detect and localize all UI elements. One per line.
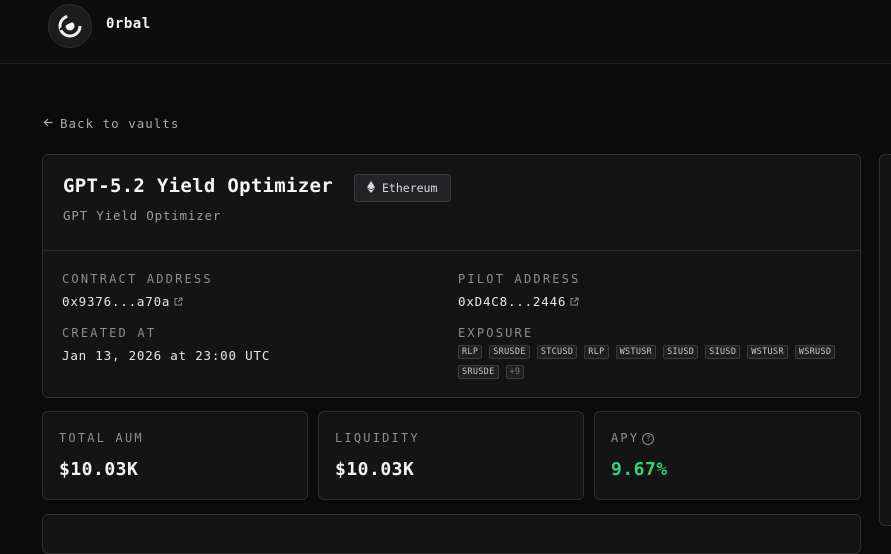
liquidity-label: LIQUIDITY [335, 431, 420, 445]
exposure-tag: SRUSDE [458, 365, 499, 379]
apy-label: APY [611, 431, 640, 445]
external-link-icon [174, 294, 183, 309]
arrow-left-icon [43, 116, 54, 131]
top-bar: 0rbal [0, 0, 891, 64]
apy-value: 9.67% [611, 459, 668, 480]
created-at-label: CREATED AT [62, 326, 157, 340]
pilot-address-link[interactable]: 0xD4C8...2446 [458, 294, 579, 309]
exposure-tag: RLP [458, 345, 483, 359]
created-at-value: Jan 13, 2026 at 23:00 UTC [62, 348, 271, 363]
total-aum-card: TOTAL AUM $10.03K [42, 411, 308, 500]
back-label: Back to vaults [60, 116, 180, 131]
contract-address-link[interactable]: 0x9376...a70a [62, 294, 183, 309]
next-section-card [42, 514, 861, 554]
vault-title: GPT-5.2 Yield Optimizer [63, 175, 333, 197]
exposure-tag: RLP [584, 345, 609, 359]
pilot-address-label: PILOT ADDRESS [458, 272, 581, 286]
exposure-tag: SIUSD [705, 345, 741, 359]
back-to-vaults-link[interactable]: Back to vaults [43, 116, 179, 131]
total-aum-value: $10.03K [59, 459, 139, 480]
brand-name[interactable]: 0rbal [106, 16, 151, 32]
apy-card: APY? 9.67% [594, 411, 861, 500]
contract-address-value: 0x9376...a70a [62, 294, 171, 309]
exposure-tag: WSTUSR [615, 345, 657, 359]
apy-label-row: APY? [611, 431, 655, 445]
network-label: Ethereum [382, 181, 438, 195]
exposure-tag: WSTUSR [747, 345, 788, 359]
exposure-tag: SIUSD [663, 345, 699, 359]
divider [43, 250, 860, 251]
vault-subtitle: GPT Yield Optimizer [63, 208, 222, 223]
total-aum-label: TOTAL AUM [59, 431, 144, 445]
external-link-icon [570, 294, 579, 309]
exposure-tags: RLP SRUSDE STCUSD RLP WSTUSR SIUSD SIUSD… [458, 345, 848, 379]
ethereum-icon [367, 180, 375, 196]
exposure-label: EXPOSURE [458, 326, 534, 340]
vault-details-card: GPT-5.2 Yield Optimizer Ethereum GPT Yie… [42, 154, 861, 398]
exposure-more-badge[interactable]: +9 [505, 365, 525, 379]
network-badge: Ethereum [354, 174, 452, 202]
orbit-logo-icon[interactable] [48, 4, 92, 48]
pilot-address-value: 0xD4C8...2446 [458, 294, 567, 309]
liquidity-card: LIQUIDITY $10.03K [318, 411, 584, 500]
side-panel-card [879, 154, 891, 526]
liquidity-value: $10.03K [335, 459, 415, 480]
help-circle-icon[interactable]: ? [642, 433, 655, 445]
contract-address-label: CONTRACT ADDRESS [62, 272, 213, 286]
exposure-tag: STCUSD [536, 345, 578, 359]
exposure-tag: SRUSDE [489, 345, 530, 359]
exposure-tag: WSRUSD [794, 345, 836, 359]
